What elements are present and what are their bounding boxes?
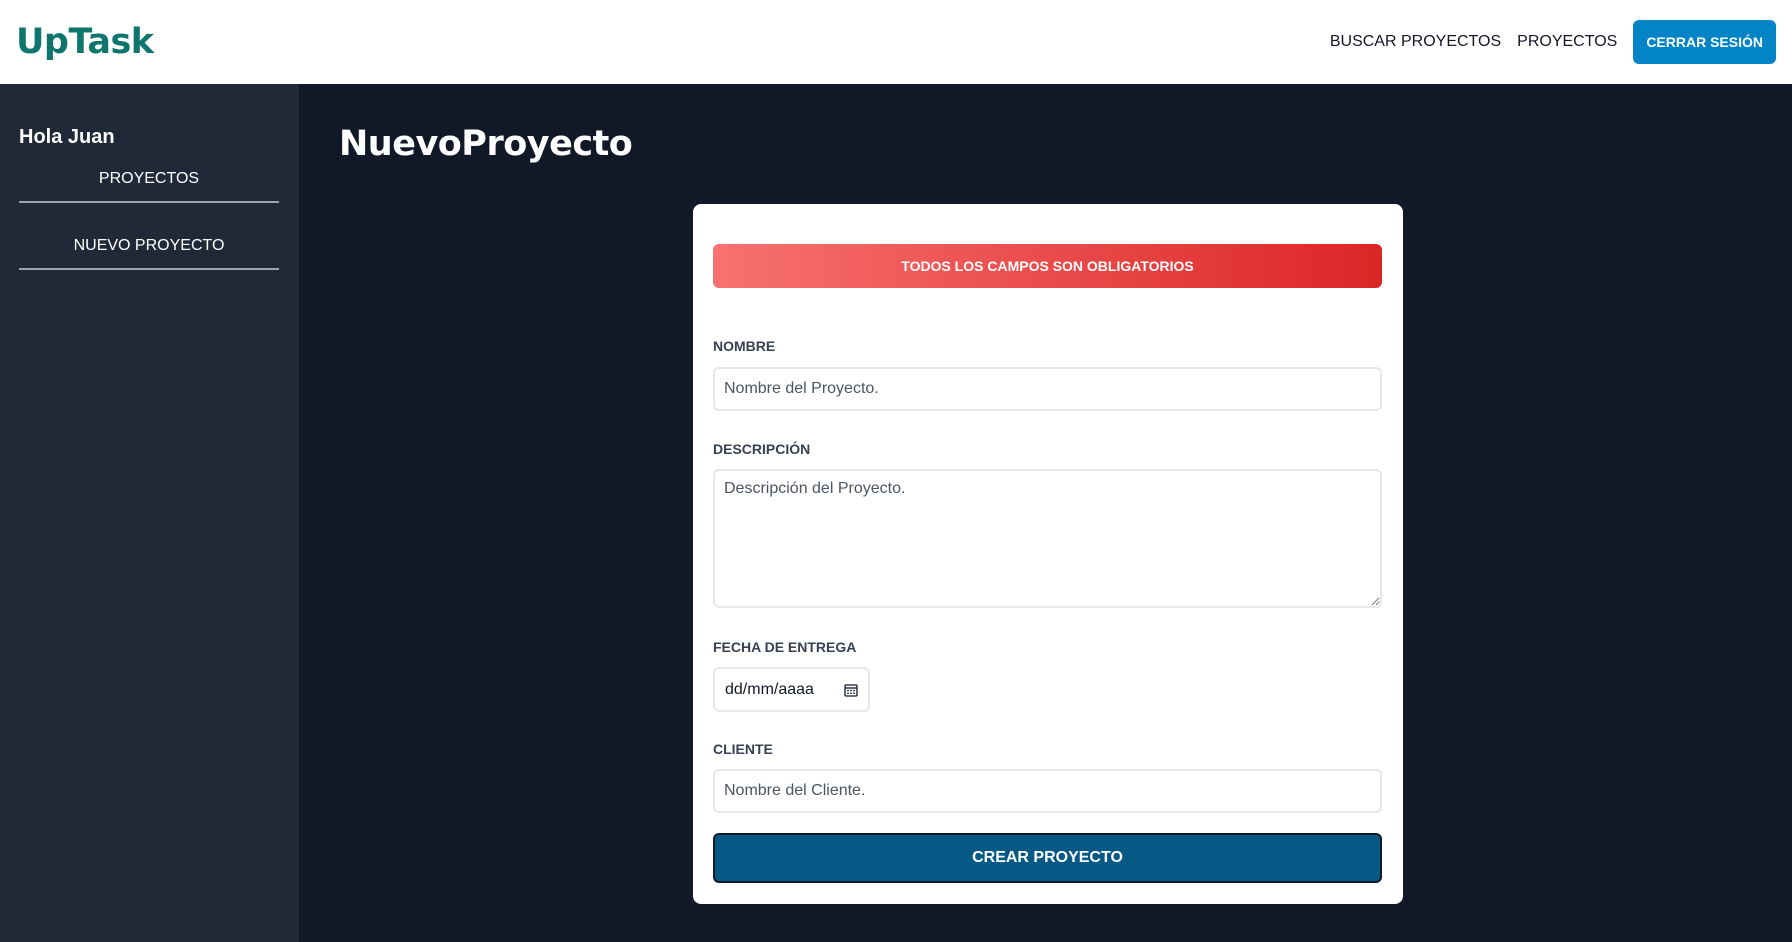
calendar-icon[interactable]: [844, 683, 858, 697]
create-project-button[interactable]: CREAR PROYECTO: [713, 833, 1382, 883]
description-label: DESCRIPCIÓN: [713, 441, 811, 457]
new-project-form: TODOS LOS CAMPOS SON OBLIGATORIOS NOMBRE…: [693, 204, 1403, 904]
top-header: UpTask BUSCAR PROYECTOS PROYECTOS CERRAR…: [0, 0, 1792, 84]
submit-wrapper: CREAR PROYECTO: [713, 833, 1383, 883]
error-alert: TODOS LOS CAMPOS SON OBLIGATORIOS: [713, 244, 1382, 288]
nav-link-search-projects[interactable]: BUSCAR PROYECTOS: [1330, 33, 1501, 51]
page-title: NuevoProyecto: [339, 124, 633, 164]
client-name-input[interactable]: [713, 769, 1382, 813]
top-nav: BUSCAR PROYECTOS PROYECTOS CERRAR SESIÓN: [1330, 20, 1776, 64]
user-greeting: Hola Juan: [19, 126, 115, 148]
project-name-input[interactable]: [713, 367, 1382, 411]
app-logo[interactable]: UpTask: [16, 22, 154, 62]
sidebar: Hola Juan PROYECTOS NUEVO PROYECTO: [0, 84, 299, 942]
sidebar-item-projects[interactable]: PROYECTOS: [19, 170, 279, 203]
due-date-label: FECHA DE ENTREGA: [713, 639, 857, 655]
date-placeholder: dd/mm/aaaa: [725, 680, 814, 698]
due-date-input[interactable]: dd/mm/aaaa: [713, 667, 870, 712]
sidebar-item-new-project[interactable]: NUEVO PROYECTO: [19, 237, 279, 270]
logout-button[interactable]: CERRAR SESIÓN: [1633, 20, 1776, 64]
nav-link-projects[interactable]: PROYECTOS: [1517, 33, 1617, 51]
name-label: NOMBRE: [713, 338, 776, 354]
project-description-textarea[interactable]: [713, 469, 1382, 608]
client-label: CLIENTE: [713, 741, 773, 757]
